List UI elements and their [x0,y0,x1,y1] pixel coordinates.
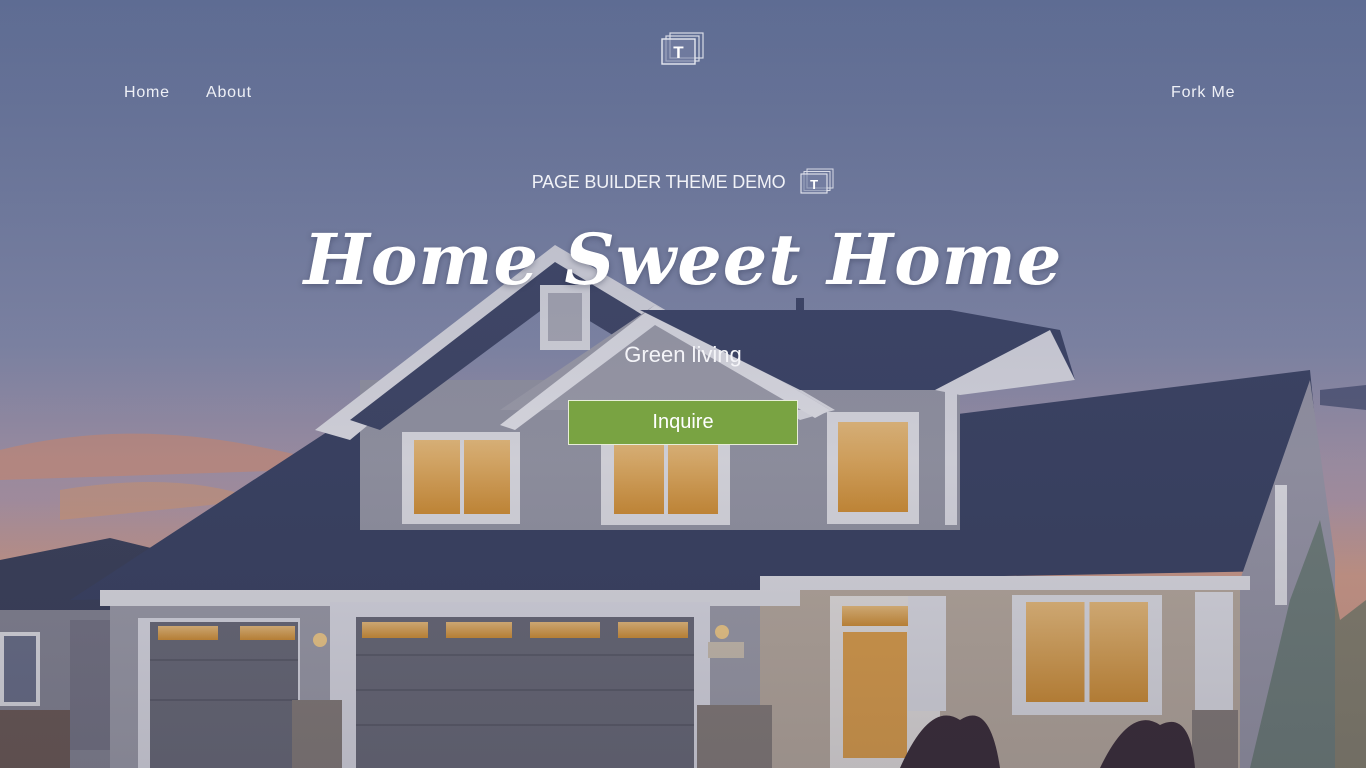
nav-home-link[interactable]: Home [124,84,170,102]
svg-text:T: T [810,177,818,192]
t-stack-logo-icon: T [800,168,834,194]
hero-background-house-image [0,0,1366,768]
hero-kicker: PAGE BUILDER THEME DEMO T [0,168,1366,194]
inquire-button[interactable]: Inquire [568,400,798,445]
svg-text:T: T [673,43,684,62]
nav-fork-me-link[interactable]: Fork Me [1171,84,1235,102]
hero-subtitle: Green living [624,342,742,367]
nav-about-link[interactable]: About [206,84,252,102]
hero-kicker-text: PAGE BUILDER THEME DEMO [531,172,786,192]
t-stack-logo-icon[interactable]: T [661,32,705,66]
hero-title: Home Sweet Home [303,218,1063,301]
